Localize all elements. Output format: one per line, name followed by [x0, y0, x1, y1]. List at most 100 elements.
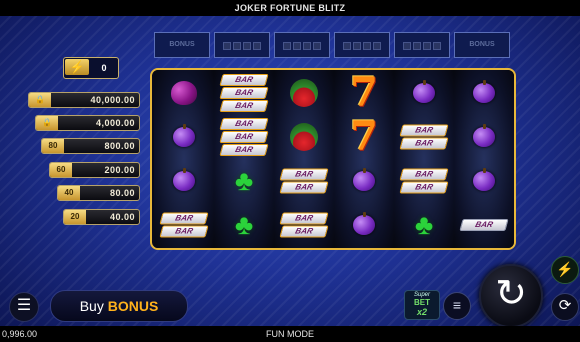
- bar-symbol: BAR BAR: [399, 168, 449, 194]
- bonus-meter: BONUS: [454, 32, 510, 58]
- reel-cell: BAR BAR BAR: [214, 71, 274, 115]
- plum-icon: [173, 168, 195, 191]
- jackpot-row: 🔒 4,000.00: [35, 115, 140, 131]
- bonus-meter: [274, 32, 330, 58]
- buy-bonus-label: Buy: [79, 298, 108, 314]
- bolt-count: 0: [101, 63, 107, 73]
- reel-cell: [454, 71, 514, 115]
- jackpot-row: 🔒 40,000.00: [28, 92, 140, 108]
- lightning-icon: ⚡: [65, 59, 89, 75]
- reel-cell: ♣: [394, 203, 454, 247]
- bar-text: BAR: [399, 124, 449, 137]
- jackpot-row: 20 40.00: [63, 209, 140, 225]
- reel-cell: BAR BAR BAR: [214, 115, 274, 159]
- bar-text: BAR: [399, 181, 449, 194]
- bonus-meter: [394, 32, 450, 58]
- bar-text: BAR: [219, 87, 269, 99]
- plum-icon: [413, 80, 435, 103]
- meter-segments: [403, 42, 441, 50]
- bar-text: BAR: [399, 137, 449, 150]
- bar-symbol: BAR BAR: [399, 124, 449, 150]
- game-title: JOKER FORTUNE BLITZ: [0, 0, 580, 16]
- reel-cell: 7: [334, 115, 394, 159]
- bar-text: BAR: [159, 212, 209, 225]
- clover-icon: ♣: [234, 165, 254, 196]
- jackpot-amount: 80.00: [109, 188, 135, 198]
- bar-text: BAR: [279, 181, 329, 194]
- reel-cell: [334, 203, 394, 247]
- plum-icon: [473, 124, 495, 147]
- plum-icon: [353, 168, 375, 191]
- buy-bonus-button[interactable]: Buy BONUS: [50, 290, 188, 322]
- jackpot-multiplier: 60: [50, 163, 72, 177]
- autoplay-icon[interactable]: ⟳: [551, 293, 579, 321]
- reel-cell: [154, 159, 214, 203]
- jackpot-amount: 800.00: [104, 141, 135, 151]
- super-bet-multiplier: x2: [416, 307, 427, 317]
- bar-symbol: BAR BAR BAR: [219, 74, 269, 112]
- melon-icon: [290, 79, 318, 107]
- bar-symbol: BAR BAR: [279, 212, 329, 238]
- reel-cell: [274, 71, 334, 115]
- lock-icon: 🔒: [29, 93, 51, 107]
- bar-symbol: BAR: [459, 219, 509, 231]
- reel-window: BAR BAR BAR BAR BAR BAR BAR BAR ♣ ♣ BAR BAR BAR BAR 7 7…: [150, 68, 516, 250]
- bar-text: BAR: [159, 225, 209, 238]
- melon-icon: [290, 123, 318, 151]
- reel-cell: [454, 115, 514, 159]
- jackpot-amount: 40,000.00: [90, 95, 135, 105]
- jackpot-row: 60 200.00: [49, 162, 140, 178]
- bar-text: BAR: [219, 74, 269, 86]
- bar-text: BAR: [219, 131, 269, 143]
- plum-icon: [173, 124, 195, 147]
- jackpot-row: 80 800.00: [41, 138, 140, 154]
- jackpot-multiplier: 80: [42, 139, 64, 153]
- bonus-meter: [334, 32, 390, 58]
- reel-cell: BAR BAR: [274, 203, 334, 247]
- reel-cell: [454, 159, 514, 203]
- status-bar: 0,996.00 FUN MODE: [0, 326, 580, 342]
- jackpot-multiplier: 40: [58, 186, 80, 200]
- bar-symbol: BAR BAR BAR: [219, 118, 269, 156]
- clover-icon: ♣: [234, 209, 254, 240]
- reel: 77: [334, 70, 394, 248]
- plum-icon: [353, 212, 375, 235]
- bar-text: BAR: [399, 168, 449, 181]
- reel-cell: [394, 71, 454, 115]
- jackpot-amount: 200.00: [104, 165, 135, 175]
- reel-cell: BAR BAR: [274, 159, 334, 203]
- reel-cell: BAR BAR: [394, 159, 454, 203]
- plum-icon: [473, 80, 495, 103]
- reel-cell: [334, 159, 394, 203]
- bet-coin-icon[interactable]: ≡: [443, 292, 471, 320]
- reel-cell: [274, 115, 334, 159]
- bar-symbol: BAR BAR: [159, 212, 209, 238]
- reel-cell: ♣: [214, 203, 274, 247]
- bolt-counter: ⚡ 0: [63, 57, 119, 79]
- seven-symbol: 7: [350, 69, 378, 116]
- bonus-meter: [214, 32, 270, 58]
- bar-text: BAR: [219, 144, 269, 156]
- bar-text: BAR: [279, 212, 329, 225]
- meter-segments: [223, 42, 261, 50]
- bar-symbol: BAR BAR: [279, 168, 329, 194]
- reel-cell: ♣: [214, 159, 274, 203]
- seven-symbol: 7: [350, 113, 378, 160]
- jackpot-row: 40 80.00: [57, 185, 140, 201]
- reel-cell: [154, 115, 214, 159]
- turbo-icon[interactable]: ⚡: [551, 256, 579, 284]
- spin-button[interactable]: ↻: [479, 264, 543, 328]
- lock-icon: 🔒: [36, 116, 58, 130]
- meter-segments: [283, 42, 321, 50]
- bar-text: BAR: [279, 225, 329, 238]
- reel-cell: BAR: [454, 203, 514, 247]
- bar-text: BAR: [219, 118, 269, 130]
- grapes-icon: [171, 81, 197, 105]
- jackpot-amount: 40.00: [109, 212, 135, 222]
- menu-button[interactable]: ☰: [9, 292, 39, 322]
- super-bet-toggle[interactable]: Super BET x2: [404, 290, 440, 320]
- reel: BAR BAR BAR BAR: [274, 70, 334, 248]
- meter-segments: [343, 42, 381, 50]
- reel-cell: BAR BAR: [154, 203, 214, 247]
- reel: BAR BAR BAR BAR ♣: [394, 70, 454, 248]
